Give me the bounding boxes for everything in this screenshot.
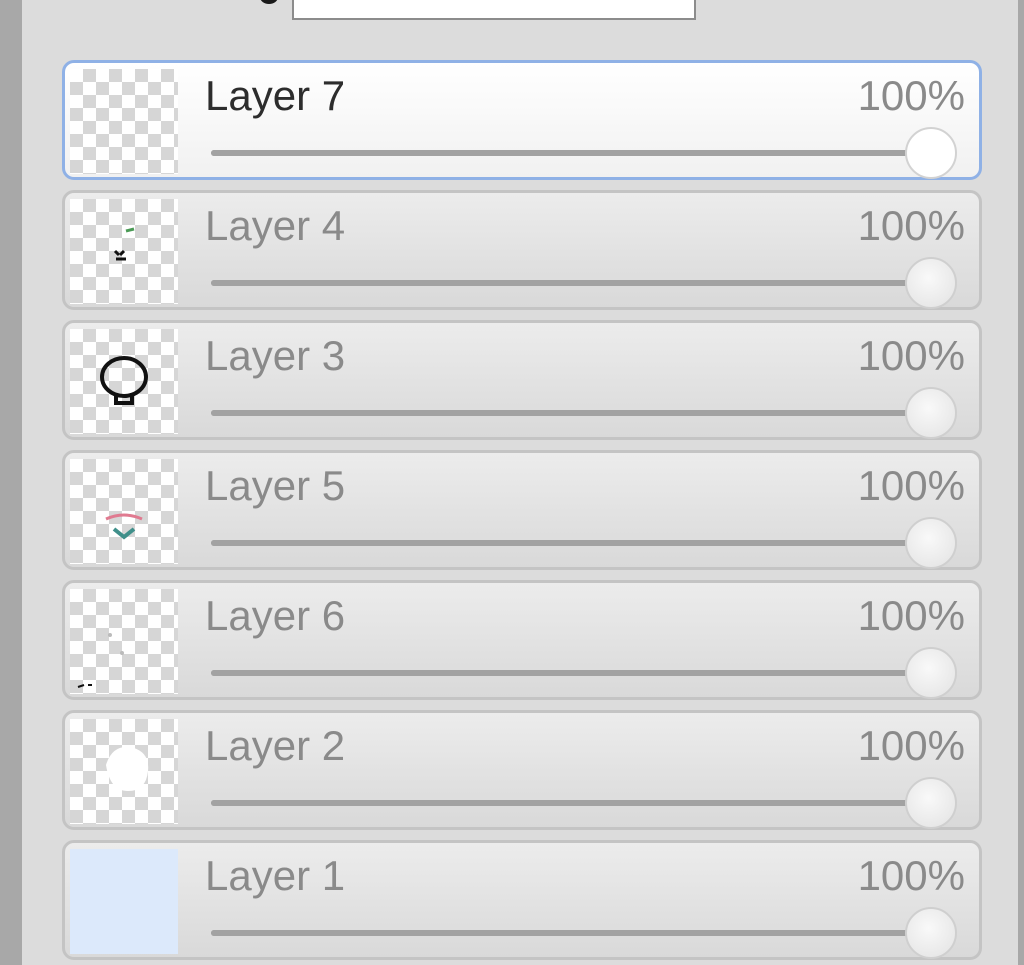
opacity-slider-track[interactable] — [211, 930, 931, 936]
layer-row[interactable]: Layer 5 100% — [62, 450, 982, 570]
opacity-slider-thumb[interactable] — [905, 517, 957, 569]
layer-name: Layer 1 — [205, 852, 346, 899]
opacity-slider-thumb[interactable] — [905, 127, 957, 179]
layer-opacity-value: 100% — [857, 332, 965, 379]
panel-header-glyph — [260, 0, 278, 4]
layers-panel: Layer 7 100% Layer 4 100% Layer 3 100% L… — [22, 0, 1018, 965]
layer-row[interactable]: Layer 4 100% — [62, 190, 982, 310]
layer-thumbnail — [70, 199, 178, 304]
layer-thumbnail — [70, 719, 178, 824]
layer-opacity-value: 100% — [857, 592, 965, 639]
layer-opacity-value: 100% — [857, 202, 965, 249]
layer-thumbnail — [70, 329, 178, 434]
layer-row[interactable]: Layer 6 100% — [62, 580, 982, 700]
layer-thumbnail — [70, 459, 178, 564]
layer-name: Layer 2 — [205, 722, 346, 769]
opacity-slider-track[interactable] — [211, 410, 931, 416]
layer-name: Layer 3 — [205, 332, 346, 379]
layer-opacity-value: 100% — [857, 462, 965, 509]
layer-row[interactable]: Layer 3 100% — [62, 320, 982, 440]
layer-name: Layer 4 — [205, 202, 346, 249]
layer-opacity-value: 100% — [857, 722, 965, 769]
opacity-slider-track[interactable] — [211, 670, 931, 676]
opacity-slider-thumb[interactable] — [905, 777, 957, 829]
layer-thumbnail — [70, 849, 178, 954]
layer-opacity-value: 100% — [857, 72, 965, 119]
panel-left-edge — [0, 0, 22, 965]
layer-thumbnail — [70, 69, 178, 174]
opacity-slider-thumb[interactable] — [905, 907, 957, 959]
layer-row[interactable]: Layer 7 100% — [62, 60, 982, 180]
opacity-slider-thumb[interactable] — [905, 387, 957, 439]
opacity-slider-track[interactable] — [211, 280, 931, 286]
opacity-slider-track[interactable] — [211, 540, 931, 546]
layer-name: Layer 7 — [205, 72, 346, 119]
opacity-slider-track[interactable] — [211, 800, 931, 806]
layer-row[interactable]: Layer 2 100% — [62, 710, 982, 830]
layer-thumbnail — [70, 589, 178, 694]
layer-name-field[interactable] — [292, 0, 696, 20]
layer-name: Layer 6 — [205, 592, 346, 639]
panel-right-edge — [1018, 0, 1024, 965]
layer-name: Layer 5 — [205, 462, 346, 509]
layer-row[interactable]: Layer 1 100% — [62, 840, 982, 960]
opacity-slider-thumb[interactable] — [905, 257, 957, 309]
opacity-slider-track[interactable] — [211, 150, 931, 156]
opacity-slider-thumb[interactable] — [905, 647, 957, 699]
layer-opacity-value: 100% — [857, 852, 965, 899]
